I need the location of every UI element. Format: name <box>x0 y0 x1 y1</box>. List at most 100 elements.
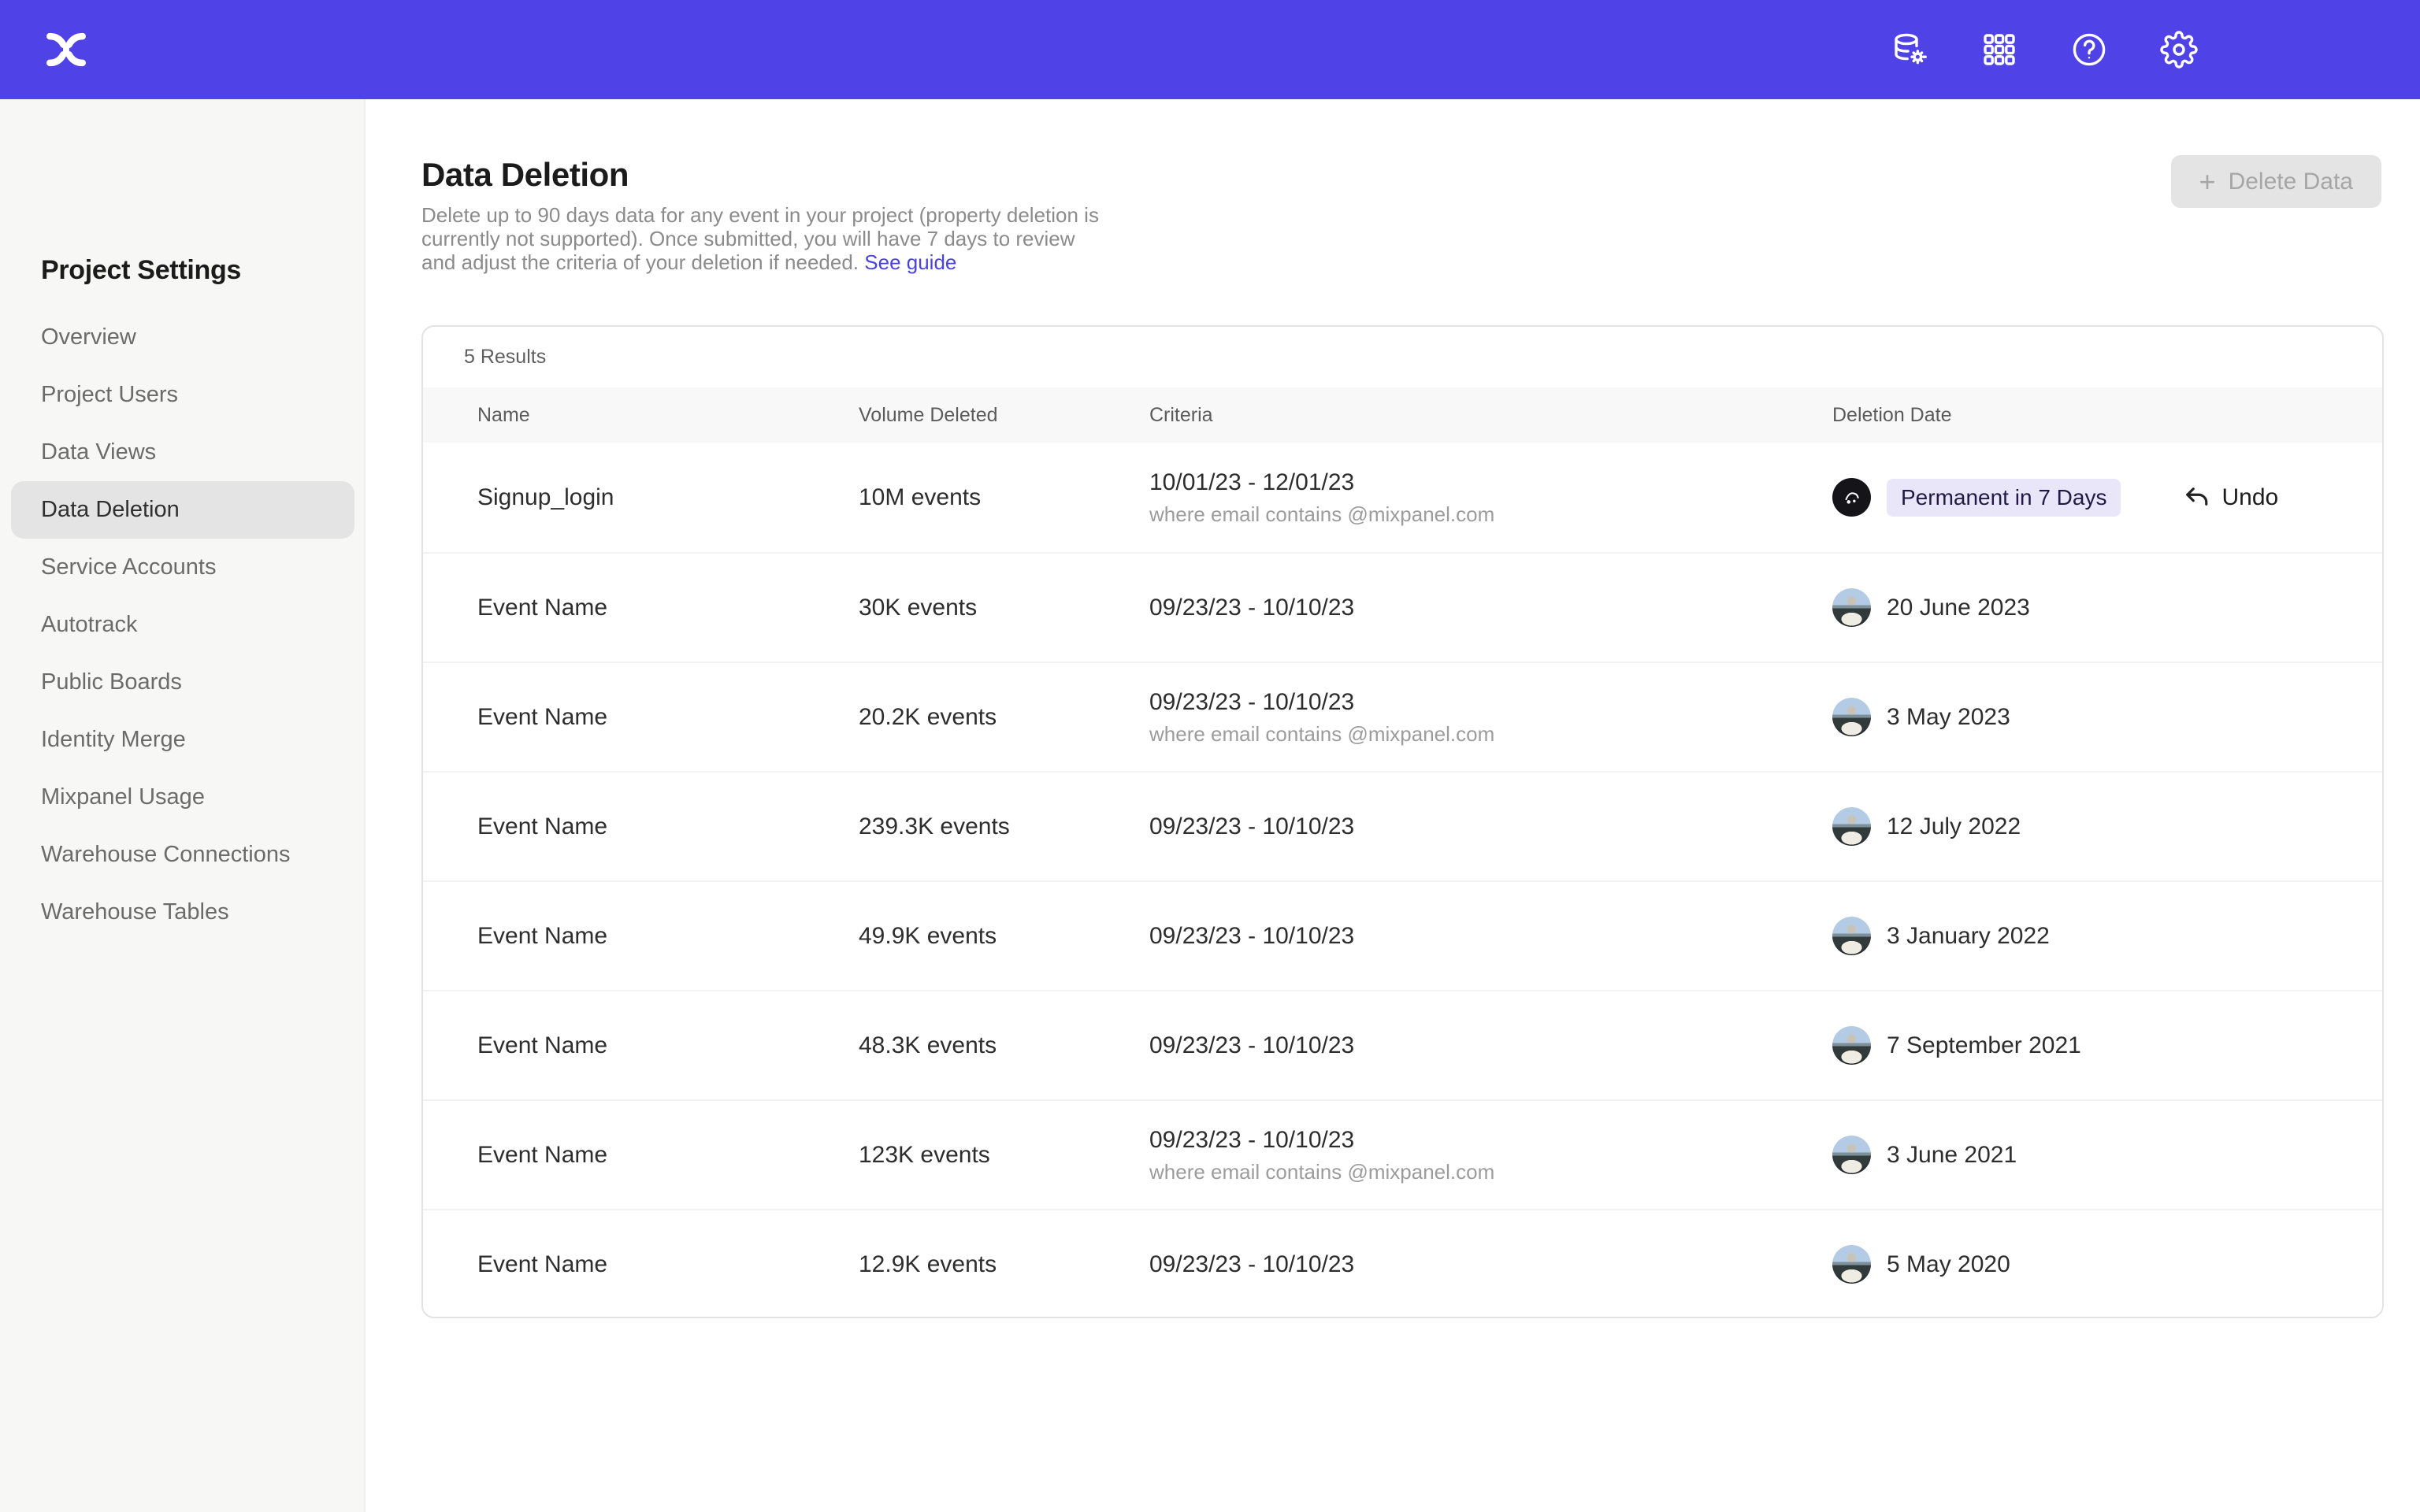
table-row: Signup_login 10M events 10/01/23 - 12/01… <box>423 443 2382 552</box>
delete-data-button-label: Delete Data <box>2229 169 2353 195</box>
criteria-date-range: 09/23/23 - 10/10/23 <box>1149 687 1832 718</box>
row-deletion-date: 3 January 2022 <box>1832 917 2341 955</box>
undo-button[interactable]: Undo <box>2182 484 2278 512</box>
row-volume: 49.9K events <box>859 923 1149 950</box>
apps-grid-icon[interactable] <box>1980 31 2018 69</box>
database-settings-icon[interactable] <box>1891 31 1928 69</box>
results-count: 5 Results <box>423 327 2382 387</box>
row-name: Event Name <box>477 813 859 840</box>
user-avatar <box>1832 1136 1871 1174</box>
criteria-filter: where email contains @mixpanel.com <box>1149 721 1832 747</box>
row-criteria: 09/23/23 - 10/10/23 where email contains… <box>1149 687 1832 747</box>
sidebar-item-public-boards[interactable]: Public Boards <box>11 654 354 711</box>
sidebar-item-project-users[interactable]: Project Users <box>11 366 354 424</box>
deletion-date: 12 July 2022 <box>1887 813 2021 840</box>
sidebar-item-warehouse-connections[interactable]: Warehouse Connections <box>11 826 354 884</box>
sidebar-item-data-views[interactable]: Data Views <box>11 424 354 481</box>
undo-icon <box>2182 484 2210 512</box>
row-volume: 10M events <box>859 484 1149 511</box>
column-header-criteria: Criteria <box>1149 404 1832 427</box>
deletion-date: 5 May 2020 <box>1887 1251 2010 1278</box>
user-avatar <box>1832 478 1871 517</box>
criteria-date-range: 09/23/23 - 10/10/23 <box>1149 1125 1832 1156</box>
sidebar-item-autotrack[interactable]: Autotrack <box>11 596 354 654</box>
settings-sidebar: Project Settings Overview Project Users … <box>0 99 366 1512</box>
row-criteria: 10/01/23 - 12/01/23 where email contains… <box>1149 467 1832 528</box>
table-row: Event Name 49.9K events 09/23/23 - 10/10… <box>423 880 2382 990</box>
row-deletion-date: 12 July 2022 <box>1832 807 2341 846</box>
table-row: Event Name 20.2K events 09/23/23 - 10/10… <box>423 662 2382 771</box>
criteria-date-range: 09/23/23 - 10/10/23 <box>1149 1030 1832 1062</box>
row-deletion-date: 20 June 2023 <box>1832 588 2341 627</box>
row-name: Signup_login <box>477 484 859 511</box>
undo-label: Undo <box>2221 484 2278 511</box>
sidebar-item-mixpanel-usage[interactable]: Mixpanel Usage <box>11 769 354 826</box>
criteria-date-range: 09/23/23 - 10/10/23 <box>1149 921 1832 952</box>
criteria-date-range: 09/23/23 - 10/10/23 <box>1149 592 1832 624</box>
row-deletion-date: Permanent in 7 Days Undo <box>1832 478 2341 517</box>
row-volume: 48.3K events <box>859 1032 1149 1059</box>
row-name: Event Name <box>477 704 859 731</box>
sidebar-item-warehouse-tables[interactable]: Warehouse Tables <box>11 884 354 941</box>
deletion-date: 20 June 2023 <box>1887 595 2030 621</box>
sidebar-item-identity-merge[interactable]: Identity Merge <box>11 711 354 769</box>
deletion-date: 3 June 2021 <box>1887 1142 2017 1169</box>
see-guide-link[interactable]: See guide <box>864 250 956 274</box>
criteria-filter: where email contains @mixpanel.com <box>1149 501 1832 528</box>
sidebar-nav: Overview Project Users Data Views Data D… <box>0 309 366 941</box>
table-row: Event Name 30K events 09/23/23 - 10/10/2… <box>423 552 2382 662</box>
table-header-row: Name Volume Deleted Criteria Deletion Da… <box>423 387 2382 443</box>
row-name: Event Name <box>477 1251 859 1278</box>
deletion-date: 3 May 2023 <box>1887 704 2010 731</box>
user-avatar <box>1832 1026 1871 1065</box>
user-avatar <box>1832 1245 1871 1284</box>
top-navigation-bar <box>0 0 2420 99</box>
row-criteria: 09/23/23 - 10/10/23 <box>1149 1030 1832 1062</box>
criteria-date-range: 10/01/23 - 12/01/23 <box>1149 467 1832 498</box>
deletion-requests-card: 5 Results Name Volume Deleted Criteria D… <box>421 325 2384 1318</box>
table-row: Event Name 12.9K events 09/23/23 - 10/10… <box>423 1209 2382 1318</box>
main-content: Data Deletion Delete up to 90 days data … <box>367 99 2420 1512</box>
row-deletion-date: 7 September 2021 <box>1832 1026 2341 1065</box>
column-header-volume-deleted: Volume Deleted <box>859 404 1149 427</box>
row-name: Event Name <box>477 923 859 950</box>
column-header-deletion-date: Deletion Date <box>1832 404 2341 427</box>
row-criteria: 09/23/23 - 10/10/23 <box>1149 1249 1832 1280</box>
page-title: Data Deletion <box>421 156 629 194</box>
row-criteria: 09/23/23 - 10/10/23 <box>1149 811 1832 843</box>
description-text: Delete up to 90 days data for any event … <box>421 203 1099 274</box>
page-description: Delete up to 90 days data for any event … <box>421 203 1115 274</box>
row-volume: 20.2K events <box>859 704 1149 731</box>
sidebar-heading: Project Settings <box>41 255 241 286</box>
criteria-filter: where email contains @mixpanel.com <box>1149 1158 1832 1185</box>
row-volume: 30K events <box>859 595 1149 621</box>
row-volume: 239.3K events <box>859 813 1149 840</box>
mixpanel-logo[interactable] <box>46 29 87 70</box>
sidebar-item-data-deletion[interactable]: Data Deletion <box>11 481 354 539</box>
row-deletion-date: 3 June 2021 <box>1832 1136 2341 1174</box>
user-avatar <box>1832 917 1871 955</box>
row-criteria: 09/23/23 - 10/10/23 <box>1149 921 1832 952</box>
row-name: Event Name <box>477 1142 859 1169</box>
delete-data-button[interactable]: + Delete Data <box>2171 155 2381 208</box>
settings-icon[interactable] <box>2160 31 2198 69</box>
user-avatar <box>1832 698 1871 736</box>
table-row: Event Name 123K events 09/23/23 - 10/10/… <box>423 1099 2382 1209</box>
status-badge: Permanent in 7 Days <box>1887 479 2121 517</box>
user-avatar <box>1832 588 1871 627</box>
table-row: Event Name 48.3K events 09/23/23 - 10/10… <box>423 990 2382 1099</box>
criteria-date-range: 09/23/23 - 10/10/23 <box>1149 811 1832 843</box>
user-avatar <box>1832 807 1871 846</box>
plus-icon: + <box>2199 168 2216 196</box>
deletion-date: 3 January 2022 <box>1887 923 2050 950</box>
topbar-icon-group <box>1891 0 2198 99</box>
help-icon[interactable] <box>2070 31 2108 69</box>
criteria-date-range: 09/23/23 - 10/10/23 <box>1149 1249 1832 1280</box>
sidebar-item-service-accounts[interactable]: Service Accounts <box>11 539 354 596</box>
row-volume: 123K events <box>859 1142 1149 1169</box>
row-name: Event Name <box>477 595 859 621</box>
deletion-date: 7 September 2021 <box>1887 1032 2081 1059</box>
row-name: Event Name <box>477 1032 859 1059</box>
sidebar-item-overview[interactable]: Overview <box>11 309 354 366</box>
row-deletion-date: 5 May 2020 <box>1832 1245 2341 1284</box>
